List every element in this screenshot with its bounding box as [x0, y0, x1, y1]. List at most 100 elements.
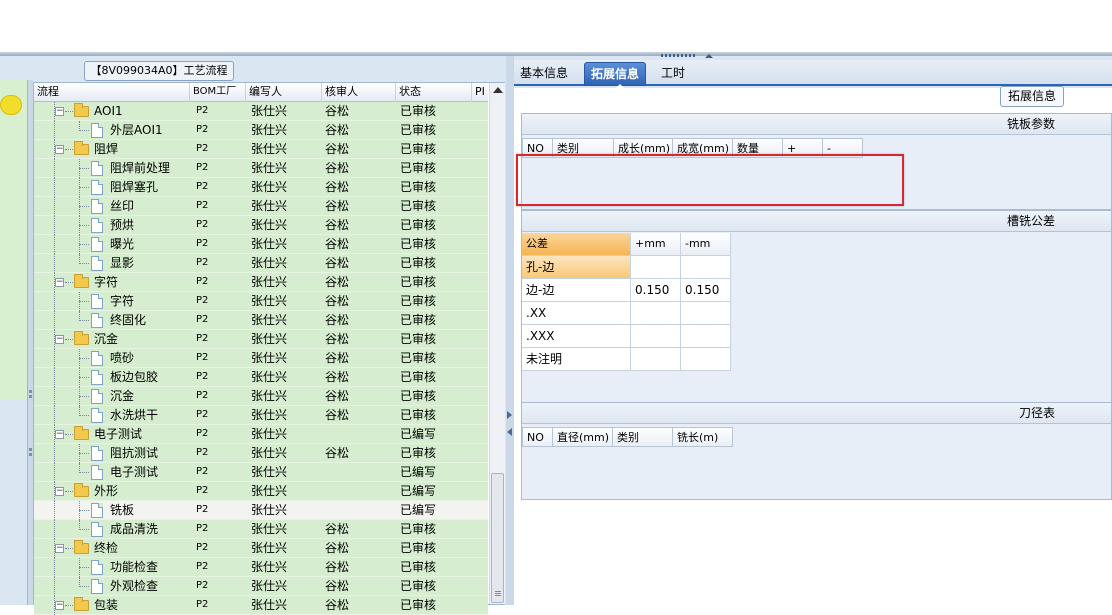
tool-col-type[interactable]: 类别 [613, 427, 673, 447]
tolerance-plus-cell[interactable] [631, 256, 681, 279]
collapse-toggle-icon[interactable]: − [55, 487, 64, 496]
tree-row[interactable]: − 包装 P2 张仕兴 谷松 已审核 [34, 596, 488, 615]
splitter-arrow-icon[interactable] [507, 411, 512, 419]
extended-info-button[interactable]: 拓展信息 [1000, 86, 1064, 107]
bom-factory-cell: P2 [196, 276, 209, 287]
tree-row[interactable]: 板边包胶 P2 张仕兴 谷松 已审核 [34, 368, 488, 387]
scroll-thumb[interactable] [491, 473, 504, 603]
document-icon [91, 370, 103, 385]
tree-row[interactable]: 功能检查 P2 张仕兴 谷松 已审核 [34, 558, 488, 577]
tree-line [54, 368, 55, 387]
tolerance-plus-cell[interactable] [631, 302, 681, 325]
collapse-toggle-icon[interactable]: − [55, 335, 64, 344]
tree-row[interactable]: 沉金 P2 张仕兴 谷松 已审核 [34, 387, 488, 406]
tolerance-plus-cell[interactable] [631, 325, 681, 348]
tree-row[interactable]: 外观检查 P2 张仕兴 谷松 已审核 [34, 577, 488, 596]
collapse-arrow-icon[interactable] [705, 54, 713, 58]
tree-row[interactable]: − 终检 P2 张仕兴 谷松 已审核 [34, 539, 488, 558]
tolerance-col-label[interactable]: 公差 [522, 233, 631, 256]
col-header-pi[interactable]: PI [472, 83, 488, 102]
status-cell: 已审核 [400, 408, 437, 422]
tree-row[interactable]: 曝光 P2 张仕兴 谷松 已审核 [34, 235, 488, 254]
tool-col-no[interactable]: NO [522, 427, 553, 447]
tolerance-minus-cell[interactable] [681, 348, 731, 371]
tolerance-plus-cell[interactable] [631, 348, 681, 371]
tree-row[interactable]: − 外形 P2 张仕兴 已编写 [34, 482, 488, 501]
col-header-bom[interactable]: BOM工厂 [190, 83, 246, 102]
tolerance-minus-cell[interactable] [681, 256, 731, 279]
tolerance-row[interactable]: .XXX [522, 325, 731, 348]
tree-line [54, 121, 55, 140]
collapse-toggle-icon[interactable]: − [55, 544, 64, 553]
tool-col-mill-length[interactable]: 铣长(m) [673, 427, 733, 447]
tolerance-col-plus[interactable]: +mm [631, 233, 681, 256]
tolerance-row[interactable]: 孔-边 [522, 256, 731, 279]
tree-node-label: 终固化 [110, 313, 147, 327]
tree-row[interactable]: 水洗烘干 P2 张仕兴 谷松 已审核 [34, 406, 488, 425]
chat-bubble-icon[interactable] [0, 95, 22, 115]
collapse-toggle-icon[interactable]: − [55, 107, 64, 116]
tree-rows: − AOI1 P2 张仕兴 谷松 已审核 外层AOI1 P2 张仕兴 谷松 已审核 − 阻焊 P2 张仕兴谷… [34, 102, 488, 615]
tolerance-row[interactable]: 边-边 0.150 0.150 [522, 279, 731, 302]
bom-factory-cell: P2 [196, 504, 209, 515]
tree-row[interactable]: − 字符 P2 张仕兴 谷松 已审核 [34, 273, 488, 292]
col-header-process[interactable]: 流程 [34, 83, 190, 102]
workflow-title-tab[interactable]: 【8V099034A0】工艺流程 [84, 61, 234, 81]
bom-factory-cell: P2 [196, 238, 209, 249]
collapse-toggle-icon[interactable]: − [55, 601, 64, 610]
tree-line [54, 463, 55, 482]
tree-row[interactable]: 阻焊塞孔 P2 张仕兴 谷松 已审核 [34, 178, 488, 197]
tree-row[interactable]: 阻焊前处理 P2 张仕兴 谷松 已审核 [34, 159, 488, 178]
reviewer-cell: 谷松 [325, 408, 350, 422]
col-header-writer[interactable]: 编写人 [246, 83, 322, 102]
splitter-arrow-icon[interactable] [507, 428, 512, 436]
folder-icon [74, 103, 89, 117]
tree-row[interactable]: 喷砂 P2 张仕兴 谷松 已审核 [34, 349, 488, 368]
tree-row[interactable]: 成品清洗 P2 张仕兴 谷松 已审核 [34, 520, 488, 539]
tree-scrollbar[interactable] [489, 83, 505, 604]
bom-factory-cell: P2 [196, 200, 209, 211]
tolerance-minus-cell[interactable] [681, 325, 731, 348]
bom-factory-cell: P2 [196, 561, 209, 572]
tolerance-plus-cell[interactable]: 0.150 [631, 279, 681, 302]
tree-row[interactable]: − AOI1 P2 张仕兴 谷松 已审核 [34, 102, 488, 121]
col-header-reviewer[interactable]: 核审人 [322, 83, 396, 102]
right-splitter[interactable] [506, 56, 514, 605]
tree-row[interactable]: 丝印 P2 张仕兴 谷松 已审核 [34, 197, 488, 216]
reviewer-cell: 谷松 [325, 237, 350, 251]
tree-row[interactable]: 字符 P2 张仕兴 谷松 已审核 [34, 292, 488, 311]
tree-row[interactable]: − 沉金 P2 张仕兴 谷松 已审核 [34, 330, 488, 349]
tree-row[interactable]: 阻抗测试 P2 张仕兴 谷松 已审核 [34, 444, 488, 463]
collapse-toggle-icon[interactable]: − [55, 145, 64, 154]
tree-row[interactable]: 预烘 P2 张仕兴 谷松 已审核 [34, 216, 488, 235]
tolerance-row[interactable]: .XX [522, 302, 731, 325]
status-cell: 已审核 [400, 560, 437, 574]
tolerance-minus-cell[interactable] [681, 302, 731, 325]
tab-work-hours[interactable]: 工时 [655, 62, 691, 86]
col-header-status[interactable]: 状态 [396, 83, 472, 102]
tab-basic-info[interactable]: 基本信息 [514, 62, 574, 86]
panel-grip[interactable] [661, 54, 695, 57]
reviewer-cell: 谷松 [325, 560, 350, 574]
tree-row[interactable]: − 电子测试 P2 张仕兴 已编写 [34, 425, 488, 444]
tree-line [54, 311, 55, 330]
tree-row[interactable]: 外层AOI1 P2 张仕兴 谷松 已审核 [34, 121, 488, 140]
tree-row[interactable]: 电子测试 P2 张仕兴 已编写 [34, 463, 488, 482]
collapse-toggle-icon[interactable]: − [55, 430, 64, 439]
tree-row[interactable]: 显影 P2 张仕兴 谷松 已审核 [34, 254, 488, 273]
tab-extended-info[interactable]: 拓展信息 [584, 62, 647, 86]
tool-table-section: 刀径表 NO 直径(mm) 类别 铣长(m) [521, 402, 1112, 500]
tree-row[interactable]: − 阻焊 P2 张仕兴 谷松 已审核 [34, 140, 488, 159]
folder-icon [74, 540, 89, 554]
scroll-up-arrow-icon[interactable] [493, 87, 503, 93]
tree-node-label: 字符 [110, 294, 135, 308]
tolerance-col-minus[interactable]: -mm [681, 233, 731, 256]
collapse-toggle-icon[interactable]: − [55, 278, 64, 287]
tree-node-label: 曝光 [110, 237, 135, 251]
tree-row[interactable]: 终固化 P2 张仕兴 谷松 已审核 [34, 311, 488, 330]
tree-row[interactable]: 铣板 P2 张仕兴 已编写 [34, 501, 488, 520]
tolerance-row[interactable]: 未注明 [522, 348, 731, 371]
tolerance-minus-cell[interactable]: 0.150 [681, 279, 731, 302]
writer-cell: 张仕兴 [251, 598, 288, 612]
tool-col-diameter[interactable]: 直径(mm) [553, 427, 613, 447]
